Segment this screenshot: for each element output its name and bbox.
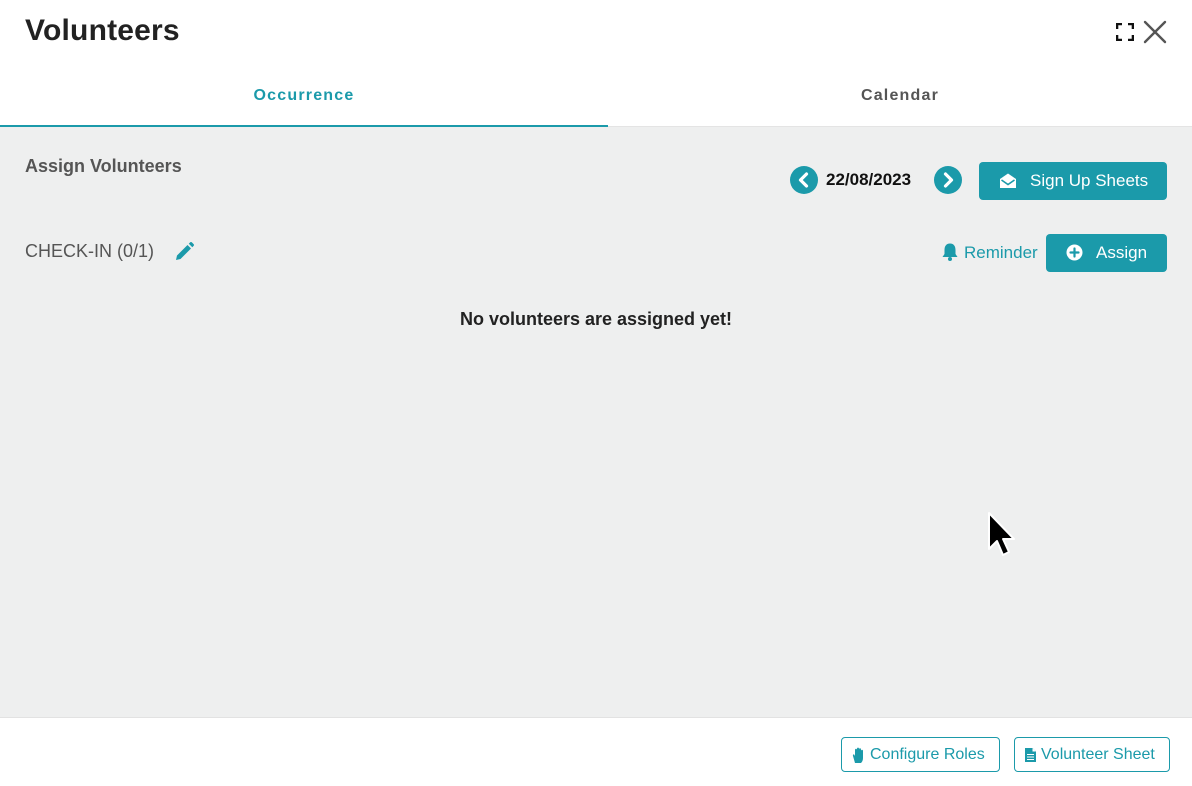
next-date-button[interactable]	[934, 166, 962, 194]
assign-label: Assign	[1096, 243, 1148, 262]
hand-icon	[852, 747, 863, 763]
chevron-left-circle-icon	[798, 172, 809, 188]
assign-button[interactable]: Assign	[1046, 234, 1167, 272]
file-icon	[1025, 748, 1036, 762]
main-panel: Assign Volunteers 22/08/2023 Sign Up She…	[0, 127, 1192, 717]
expand-icon[interactable]	[1116, 23, 1134, 41]
configure-roles-label: Configure Roles	[870, 746, 985, 763]
modal-title: Volunteers	[25, 14, 180, 47]
role-label: CHECK-IN (0/1)	[25, 241, 155, 261]
sign-up-sheets-label: Sign Up Sheets	[1030, 171, 1149, 190]
modal-header: Volunteers	[0, 0, 1192, 66]
pencil-icon[interactable]	[173, 241, 195, 263]
chevron-right-circle-icon	[943, 172, 954, 188]
configure-roles-button[interactable]: Configure Roles	[841, 737, 1000, 772]
previous-date-button[interactable]	[790, 166, 818, 194]
close-icon[interactable]	[1142, 19, 1168, 45]
bell-icon	[942, 243, 958, 261]
tab-occurrence[interactable]: Occurrence	[0, 66, 608, 127]
envelope-open-icon	[1000, 173, 1016, 188]
current-date: 22/08/2023	[826, 170, 912, 189]
volunteer-sheet-label: Volunteer Sheet	[1041, 746, 1155, 763]
tab-bar: Occurrence Calendar	[0, 66, 1192, 127]
empty-state-message: No volunteers are assigned yet!	[459, 309, 733, 329]
volunteer-sheet-button[interactable]: Volunteer Sheet	[1014, 737, 1170, 772]
tab-calendar[interactable]: Calendar	[608, 66, 1192, 127]
mouse-cursor-icon	[988, 512, 1015, 556]
section-title: Assign Volunteers	[25, 156, 182, 176]
plus-circle-icon	[1066, 244, 1083, 261]
reminder-label: Reminder	[964, 243, 1038, 262]
sign-up-sheets-button[interactable]: Sign Up Sheets	[979, 162, 1167, 200]
modal-footer: Configure Roles Volunteer Sheet	[0, 717, 1192, 786]
